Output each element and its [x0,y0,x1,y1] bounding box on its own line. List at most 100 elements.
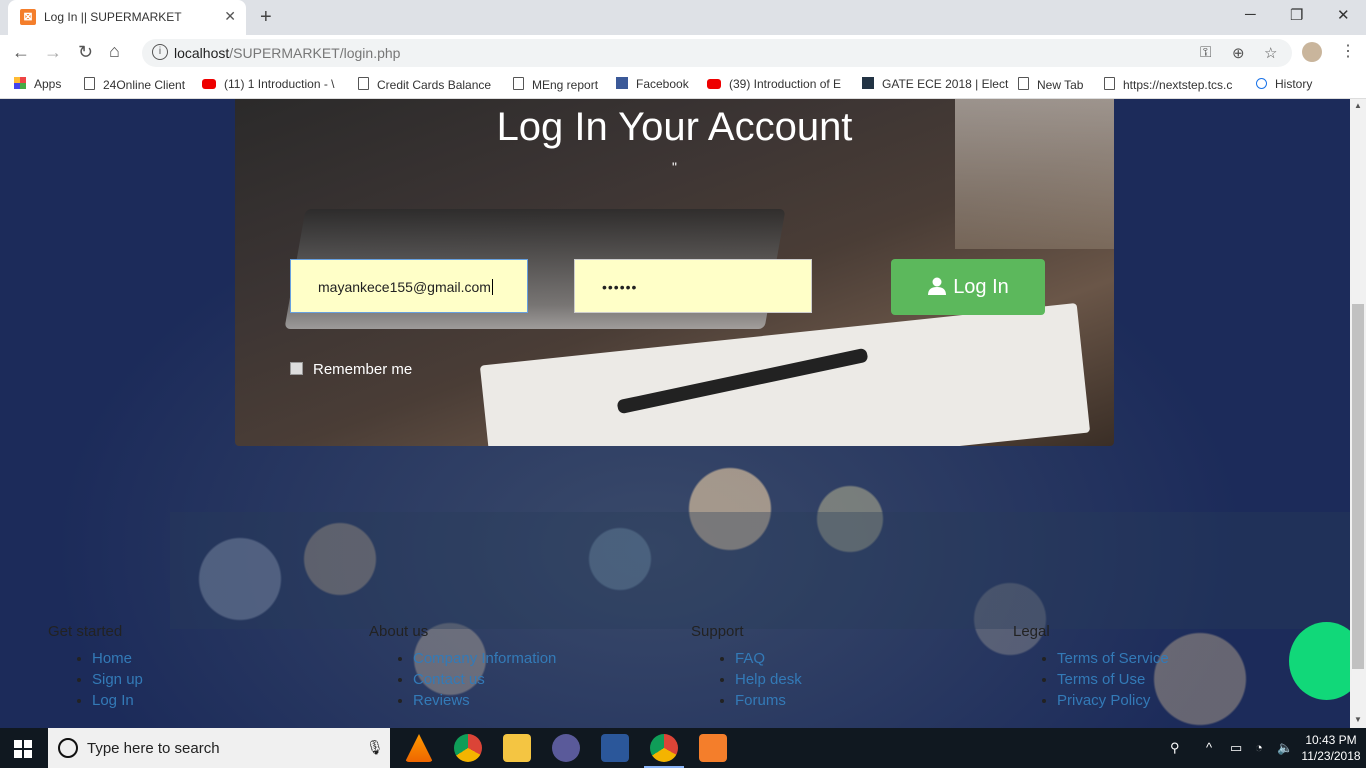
new-tab-button[interactable]: + [260,6,272,29]
footer-link-sign-up[interactable]: Sign up [92,669,143,690]
profile-avatar[interactable] [1302,42,1322,62]
footer-column-about-us: About us Company Information Contact us … [369,623,556,711]
bookmark-nextstep[interactable]: https://nextstep.tcs.c [1104,77,1232,92]
chrome-active-icon[interactable] [650,734,678,762]
login-button-label: Log In [953,276,1009,298]
youtube-icon [707,79,721,89]
url-path: /SUPERMARKET/login.php [229,45,401,61]
windows-start-icon[interactable] [14,740,32,758]
footer-link-privacy-policy[interactable]: Privacy Policy [1057,690,1169,711]
forward-arrow-icon[interactable]: → [44,42,62,63]
page-icon [358,77,369,90]
footer-link-forums[interactable]: Forums [735,690,802,711]
address-url[interactable]: localhost/SUPERMARKET/login.php [174,45,400,61]
bookmark-apps[interactable]: Apps [14,77,61,91]
xampp-icon[interactable] [699,734,727,762]
page-icon [513,77,524,90]
microphone-icon[interactable]: 🎙 [366,739,384,756]
footer-link-log-in[interactable]: Log In [92,690,143,711]
scroll-up-icon[interactable]: ▲ [1350,101,1366,110]
scroll-thumb[interactable] [1352,304,1364,669]
page-icon [1018,77,1029,90]
tray-chevron-icon[interactable]: ^ [1206,740,1212,755]
email-value: mayankece155@gmail.com [318,279,491,295]
word-icon[interactable] [601,734,629,762]
facebook-icon [616,77,628,89]
menu-dots-icon[interactable]: ⋮ [1340,41,1356,61]
footer-link-reviews[interactable]: Reviews [413,690,556,711]
footer-heading: About us [369,623,429,640]
chrome-icon[interactable] [454,734,482,762]
wifi-icon[interactable]: ◔ [1255,740,1263,755]
taskbar-clock[interactable]: 10:43 PM 11/23/2018 [1300,732,1362,764]
bookmark-24online[interactable]: 24Online Client [84,77,185,92]
bookmark-history[interactable]: History [1256,77,1312,91]
bookmark-credit-cards[interactable]: Credit Cards Balance [358,77,491,92]
url-host: localhost [174,45,230,61]
scroll-down-icon[interactable]: ▼ [1350,715,1366,724]
footer-column-get-started: Get started Home Sign up Log In [48,623,143,711]
footer-link-home[interactable]: Home [92,648,143,669]
zoom-icon[interactable]: ⊕ [1232,44,1245,62]
key-icon[interactable]: ⚿ [1200,44,1211,61]
youtube-icon [202,79,216,89]
page-scrollbar[interactable]: ▲ ▼ [1350,99,1366,728]
info-icon[interactable]: i [152,44,168,60]
bookmark-youtube-e[interactable]: (39) Introduction of E [707,77,841,91]
footer-link-faq[interactable]: FAQ [735,648,802,669]
volume-icon[interactable]: 🔈 [1277,740,1293,756]
browser-tab[interactable]: ⊠ Log In || SUPERMARKET ✕ [8,0,246,35]
remember-me-label: Remember me [313,361,413,378]
gate-icon [862,77,874,89]
battery-icon[interactable]: ▭ [1230,740,1242,756]
torrent-icon[interactable] [552,734,580,762]
footer-link-company-information[interactable]: Company Information [413,648,556,669]
password-value: •••••• [602,279,638,295]
remember-me[interactable]: Remember me [290,361,412,378]
xampp-favicon-icon: ⊠ [20,9,36,25]
reload-icon[interactable]: ↻ [78,42,93,63]
footer-column-legal: Legal Terms of Service Terms of Use Priv… [1013,623,1169,711]
footer-link-terms-of-use[interactable]: Terms of Use [1057,669,1169,690]
bookmark-facebook[interactable]: Facebook [616,77,689,91]
bookmark-star-icon[interactable]: ☆ [1264,44,1277,62]
close-window-icon[interactable]: ✕ [1337,6,1350,24]
file-explorer-icon[interactable] [503,734,531,762]
bookmark-gate-ece[interactable]: GATE ECE 2018 | Elect [862,77,1008,91]
footer-heading: Support [691,623,744,640]
footer-heading: Get started [48,623,123,640]
clock-date: 11/23/2018 [1301,749,1361,763]
footer-column-support: Support FAQ Help desk Forums [691,623,802,711]
login-title: Log In Your Account [496,105,853,149]
footer-link-contact-us[interactable]: Contact us [413,669,556,690]
cortana-icon [58,738,78,758]
footer-heading: Legal [1013,623,1050,640]
minimize-icon[interactable]: ─ [1245,6,1256,23]
clock-time: 10:43 PM [1305,733,1357,747]
page-icon [84,77,95,90]
tab-close-icon[interactable]: ✕ [224,8,236,25]
taskbar-search-placeholder: Type here to search [87,740,220,757]
restore-icon[interactable]: ❐ [1290,6,1303,24]
footer-band [170,512,1350,629]
login-subtitle: " [672,159,677,175]
bookmark-new-tab[interactable]: New Tab [1018,77,1083,92]
email-field[interactable]: mayankece155@gmail.com​ [290,259,528,313]
tab-title: Log In || SUPERMARKET [44,10,182,24]
home-icon[interactable]: ⌂ [109,41,120,62]
footer-link-help-desk[interactable]: Help desk [735,669,802,690]
login-hero-panel: Log In Your Account " mayankece155@gmail… [235,99,1114,446]
bookmark-meng-report[interactable]: MEng report [513,77,598,92]
people-icon[interactable]: ⚲ [1170,740,1180,756]
footer-link-terms-of-service[interactable]: Terms of Service [1057,648,1169,669]
login-button[interactable]: Log In [891,259,1045,315]
page-icon [1104,77,1115,90]
user-icon [928,277,947,295]
password-field[interactable]: •••••• [574,259,812,313]
text-caret: ​ [491,279,493,295]
bookmark-youtube-intro[interactable]: (11) 1 Introduction - \ [202,77,335,91]
remember-me-checkbox[interactable] [290,362,303,375]
history-icon [1256,78,1267,89]
apps-grid-icon [14,77,26,89]
back-arrow-icon[interactable]: ← [12,42,30,63]
